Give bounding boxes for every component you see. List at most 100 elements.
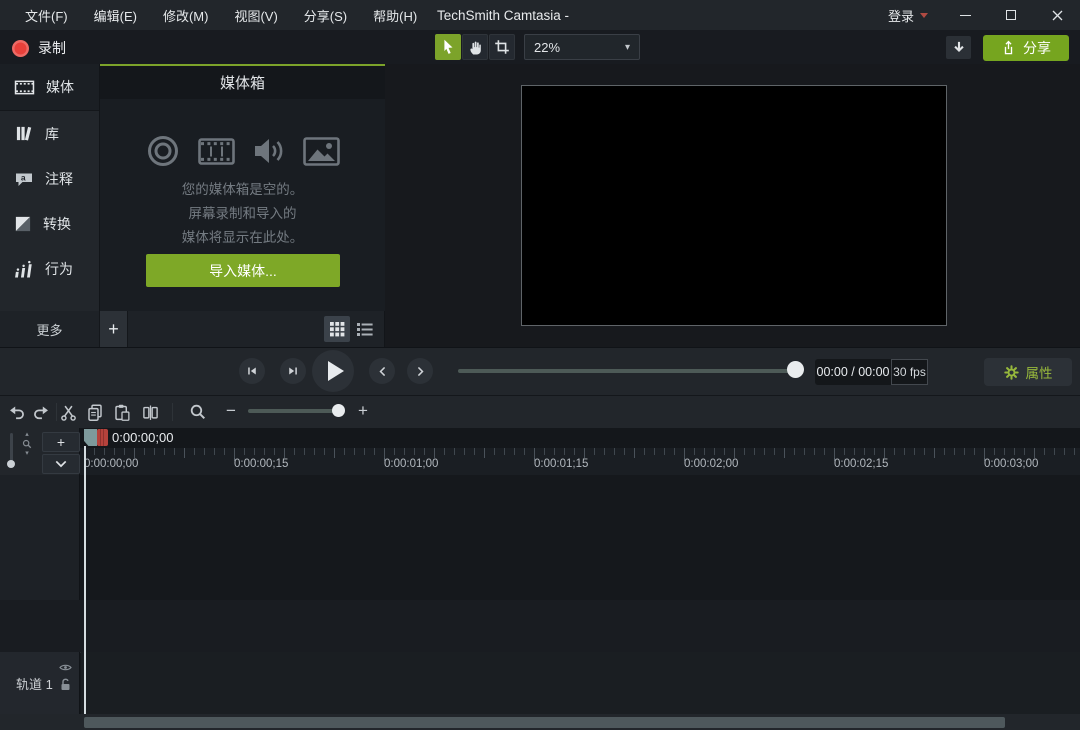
scrubber-knob[interactable] (787, 361, 804, 378)
track-visibility-icon[interactable] (59, 663, 72, 672)
add-track-button[interactable]: + (42, 432, 80, 452)
ruler-label: 0:00:00;15 (234, 458, 288, 470)
zoom-dropdown[interactable]: 22% ▾ (524, 34, 640, 60)
timeline-zoom-out-button[interactable]: − (221, 399, 241, 423)
timeline-zoom-in-button[interactable]: + (353, 399, 373, 423)
media-bin-title: 媒体箱 (100, 66, 385, 99)
login-label: 登录 (888, 6, 914, 25)
sidebar-more-button[interactable]: 更多 (0, 311, 100, 347)
media-bin-empty-text: 您的媒体箱是空的。 屏幕录制和导入的 媒体将显示在此处。 (100, 178, 385, 250)
step-back-button[interactable] (239, 358, 265, 384)
cursor-tool-button[interactable] (435, 34, 461, 60)
sidebar-item-label: 注释 (45, 169, 73, 189)
panel-footer: 更多 + (0, 311, 385, 347)
close-button[interactable] (1034, 0, 1080, 30)
vertical-zoom-widget[interactable]: ▴ ▾ (20, 431, 34, 457)
timeline-zoom-knob[interactable] (332, 404, 345, 417)
login-menu[interactable]: 登录 (874, 0, 942, 30)
previous-button[interactable] (369, 358, 395, 384)
menu-modify[interactable]: 修改(M) (150, 0, 222, 30)
menu-help[interactable]: 帮助(H) (360, 0, 430, 30)
undo-icon (7, 403, 26, 422)
playhead-time: 0:00:00;00 (112, 430, 173, 445)
pan-tool-button[interactable] (462, 34, 488, 60)
play-button[interactable] (312, 350, 354, 392)
sidebar-item-behaviors[interactable]: 行为 (0, 246, 99, 291)
canvas-area (385, 64, 1080, 347)
copy-button[interactable] (83, 400, 107, 424)
minimize-button[interactable] (942, 0, 988, 30)
collapse-tracks-button[interactable] (42, 454, 80, 474)
sidebar-item-label: 转换 (43, 214, 71, 234)
zoom-out-small-icon: ▾ (25, 450, 29, 457)
track-height-slider[interactable] (10, 433, 13, 463)
timeline-tracks[interactable]: 轨道 1 (0, 475, 1080, 714)
ruler-gutter: ▴ ▾ + (0, 428, 80, 475)
media-icon (14, 79, 35, 96)
close-icon (1052, 10, 1063, 21)
step-forward-button[interactable] (280, 358, 306, 384)
redo-icon (32, 403, 51, 422)
minimize-icon (960, 15, 971, 16)
redo-button[interactable] (29, 400, 53, 424)
list-view-icon (357, 323, 373, 336)
fps-display[interactable]: 30 fps (891, 359, 928, 385)
share-button[interactable]: 分享 (983, 35, 1069, 61)
playhead-end-marker[interactable] (97, 429, 108, 446)
empty-track-space[interactable] (0, 600, 1080, 652)
video-preview[interactable] (521, 85, 947, 326)
playhead-line[interactable] (84, 446, 86, 714)
timeline-scrollbar-thumb[interactable] (84, 717, 1005, 728)
chevron-down-icon (55, 460, 67, 468)
ruler-label: 0:00:02;00 (684, 458, 738, 470)
next-button[interactable] (407, 358, 433, 384)
menu-share[interactable]: 分享(S) (291, 0, 360, 30)
menu-edit[interactable]: 编辑(E) (81, 0, 150, 30)
properties-button[interactable]: 属性 (984, 358, 1072, 386)
share-icon (1001, 40, 1016, 56)
ruler-label: 0:00:02;15 (834, 458, 888, 470)
ruler-labels: 0:00:00;00 0:00:00;15 0:00:01;00 0:00:01… (80, 458, 1080, 472)
toolbar-separator (172, 403, 173, 421)
sidebar-item-transitions[interactable]: 转换 (0, 201, 99, 246)
scrubber-track[interactable] (458, 369, 800, 373)
split-button[interactable] (138, 400, 162, 424)
timeline-zoom-icon (186, 400, 210, 424)
media-bin-panel: 媒体箱 您的 (100, 64, 385, 311)
sidebar-item-library[interactable]: 库 (0, 111, 99, 156)
timeline-zoom-slider[interactable] (248, 409, 344, 413)
ruler-label: 0:00:01;00 (384, 458, 438, 470)
chevron-left-icon (376, 365, 389, 378)
scissors-icon (60, 403, 77, 422)
cursor-icon (439, 38, 457, 56)
menu-file[interactable]: 文件(F) (12, 0, 81, 30)
record-button[interactable]: 录制 (12, 37, 66, 59)
zoom-in-small-icon: ▴ (25, 431, 29, 438)
track-1-lane[interactable] (81, 652, 1080, 714)
sidebar-item-annotations[interactable]: a 注释 (0, 156, 99, 201)
paste-button[interactable] (110, 400, 134, 424)
grid-view-icon (330, 322, 345, 337)
menu-view[interactable]: 视图(V) (221, 0, 290, 30)
transitions-icon (14, 216, 32, 232)
login-caret-icon (920, 13, 928, 18)
media-bin-empty-icons (100, 134, 385, 168)
recording-icon (146, 134, 180, 168)
list-view-button[interactable] (352, 316, 378, 342)
download-icon (952, 40, 966, 55)
undo-button[interactable] (4, 400, 28, 424)
gear-icon (1004, 365, 1019, 380)
export-local-button[interactable] (946, 36, 971, 59)
chevron-right-icon (414, 365, 427, 378)
add-tab-button[interactable]: + (100, 311, 128, 347)
copy-icon (86, 403, 104, 422)
crop-tool-button[interactable] (489, 34, 515, 60)
sidebar-item-media[interactable]: 媒体 (0, 64, 99, 111)
track-lock-icon[interactable] (60, 678, 71, 691)
import-media-button[interactable]: 导入媒体... (146, 254, 340, 287)
track-height-knob[interactable] (7, 460, 15, 468)
grid-view-button[interactable] (324, 316, 350, 342)
cut-button[interactable] (56, 400, 80, 424)
maximize-button[interactable] (988, 0, 1034, 30)
ruler-label: 0:00:01;15 (534, 458, 588, 470)
